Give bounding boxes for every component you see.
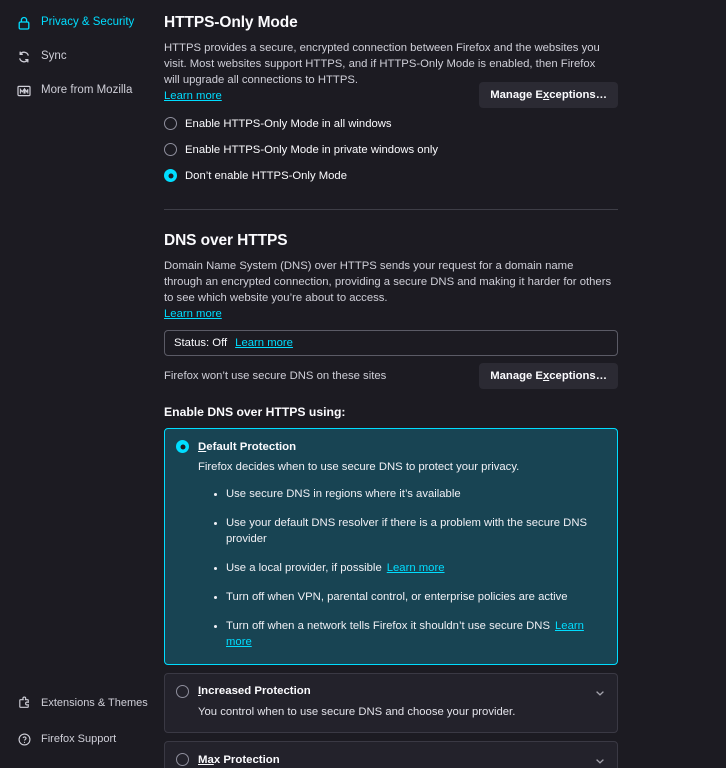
button-label-prefix: Manage E <box>490 370 543 383</box>
radio-label: Don’t enable HTTPS-Only Mode <box>185 169 347 182</box>
radio-https-all-windows[interactable]: Enable HTTPS-Only Mode in all windows <box>164 112 438 135</box>
mozilla-icon <box>16 83 32 99</box>
card-header: Default Protection <box>176 440 605 454</box>
sidebar: Privacy & Security Sync More from Mozill… <box>0 0 160 768</box>
dns-option-increased-protection[interactable]: Increased Protection You control when to… <box>164 672 618 733</box>
page-title: HTTPS-Only Mode <box>164 14 298 31</box>
card-description: You control when to use secure DNS and c… <box>198 705 516 718</box>
section-divider <box>164 209 618 211</box>
dns-section-title: DNS over HTTPS <box>164 232 288 250</box>
bullet-text: Use secure DNS in regions where it’s ava… <box>226 488 461 501</box>
dns-option-default-protection[interactable]: Default Protection Firefox decides when … <box>164 428 618 665</box>
radio-indicator <box>164 117 177 131</box>
sidebar-item-sync[interactable]: Sync <box>4 42 154 72</box>
radio-indicator <box>164 169 177 183</box>
dns-exceptions-row: Firefox won’t use secure DNS on these si… <box>164 363 618 390</box>
dns-learn-more-link[interactable]: Learn more <box>164 308 618 320</box>
https-only-manage-exceptions-button[interactable]: Manage Exceptions… <box>479 82 618 108</box>
card-header: Increased Protection <box>176 684 605 698</box>
sidebar-item-label: Firefox Support <box>41 732 117 745</box>
list-item: Turn off when VPN, parental control, or … <box>214 590 605 605</box>
card-description: Firefox decides when to use secure DNS t… <box>198 461 520 474</box>
sidebar-item-label: Sync <box>41 50 67 63</box>
card-accesskey: Ma <box>198 753 214 766</box>
bullet-text: Turn off when VPN, parental control, or … <box>226 591 568 604</box>
list-item: Use your default DNS resolver if there i… <box>214 516 605 547</box>
sidebar-item-label: More from Mozilla <box>41 84 133 97</box>
card-accesskey: D <box>198 440 207 453</box>
card-title: Max Protection <box>198 754 280 766</box>
radio-indicator <box>176 440 189 454</box>
sidebar-item-extensions-themes[interactable]: Extensions & Themes <box>4 688 154 718</box>
chevron-down-icon[interactable] <box>594 686 606 698</box>
dns-exceptions-note: Firefox won’t use secure DNS on these si… <box>164 370 387 383</box>
radio-label: Enable HTTPS-Only Mode in all windows <box>185 117 392 130</box>
card-title-suffix: efault Protection <box>206 440 297 453</box>
card-title-suffix: ncreased Protection <box>201 685 311 698</box>
sidebar-item-more-from-mozilla[interactable]: More from Mozilla <box>4 76 154 106</box>
card-title-suffix: x Protection <box>213 753 280 766</box>
preferences-window: Privacy & Security Sync More from Mozill… <box>0 0 726 768</box>
sidebar-footer: Extensions & Themes Firefox Support <box>0 688 160 760</box>
https-only-description: HTTPS provides a secure, encrypted conne… <box>164 42 600 87</box>
https-only-radio-group: Enable HTTPS-Only Mode in all windows En… <box>164 112 438 187</box>
bullet-text: Use your default DNS resolver if there i… <box>226 517 588 545</box>
sync-icon <box>16 49 32 65</box>
list-item: Use a local provider, if possible Learn m… <box>214 561 605 576</box>
button-label-suffix: ceptions… <box>549 89 607 101</box>
sidebar-item-firefox-support[interactable]: Firefox Support <box>4 724 154 754</box>
lock-icon <box>16 15 32 31</box>
card-title: Default Protection <box>198 441 296 453</box>
status-learn-more-link[interactable]: Learn more <box>235 337 293 349</box>
dns-over-https-section: DNS over HTTPS Domain Name System (DNS) … <box>164 232 618 768</box>
sidebar-item-privacy-security[interactable]: Privacy & Security <box>4 8 154 38</box>
radio-https-disabled[interactable]: Don’t enable HTTPS-Only Mode <box>164 164 438 187</box>
enable-dns-using-label: Enable DNS over HTTPS using: <box>164 405 346 420</box>
button-label-prefix: Manage E <box>490 89 543 101</box>
bullet-text: Turn off when a network tells Firefox it… <box>226 620 550 633</box>
dns-status-box: Status: Off Learn more <box>164 330 618 357</box>
card-header: Max Protection <box>176 753 605 766</box>
list-item: Use secure DNS in regions where it’s ava… <box>214 487 605 502</box>
sidebar-item-label: Extensions & Themes <box>41 696 148 709</box>
help-circle-icon <box>16 731 32 747</box>
extensions-icon <box>16 695 32 711</box>
dns-description: Domain Name System (DNS) over HTTPS send… <box>164 260 612 305</box>
bullet-learn-more-link[interactable]: Learn more <box>387 562 445 574</box>
https-only-options-row: Enable HTTPS-Only Mode in all windows En… <box>164 112 618 187</box>
bullet-text: Use a local provider, if possible <box>226 561 382 574</box>
radio-indicator <box>176 684 189 698</box>
radio-indicator <box>164 143 177 157</box>
main-content: HTTPS-Only Mode HTTPS provides a secure,… <box>160 0 726 768</box>
chevron-down-icon[interactable] <box>594 754 606 766</box>
status-badge: Status: Off <box>174 337 228 350</box>
radio-label: Enable HTTPS-Only Mode in private window… <box>185 143 439 156</box>
dns-option-max-protection[interactable]: Max Protection Firefox will always use s… <box>164 741 618 768</box>
list-item: Turn off when a network tells Firefox it… <box>214 619 605 650</box>
radio-indicator <box>176 753 189 766</box>
card-title: Increased Protection <box>198 685 311 697</box>
sidebar-item-label: Privacy & Security <box>41 16 135 29</box>
radio-https-private-windows[interactable]: Enable HTTPS-Only Mode in private window… <box>164 138 438 161</box>
button-label-suffix: ceptions… <box>549 370 607 383</box>
dns-manage-exceptions-button[interactable]: Manage Exceptions… <box>479 363 618 390</box>
default-protection-bullets: Use secure DNS in regions where it’s ava… <box>214 487 605 650</box>
